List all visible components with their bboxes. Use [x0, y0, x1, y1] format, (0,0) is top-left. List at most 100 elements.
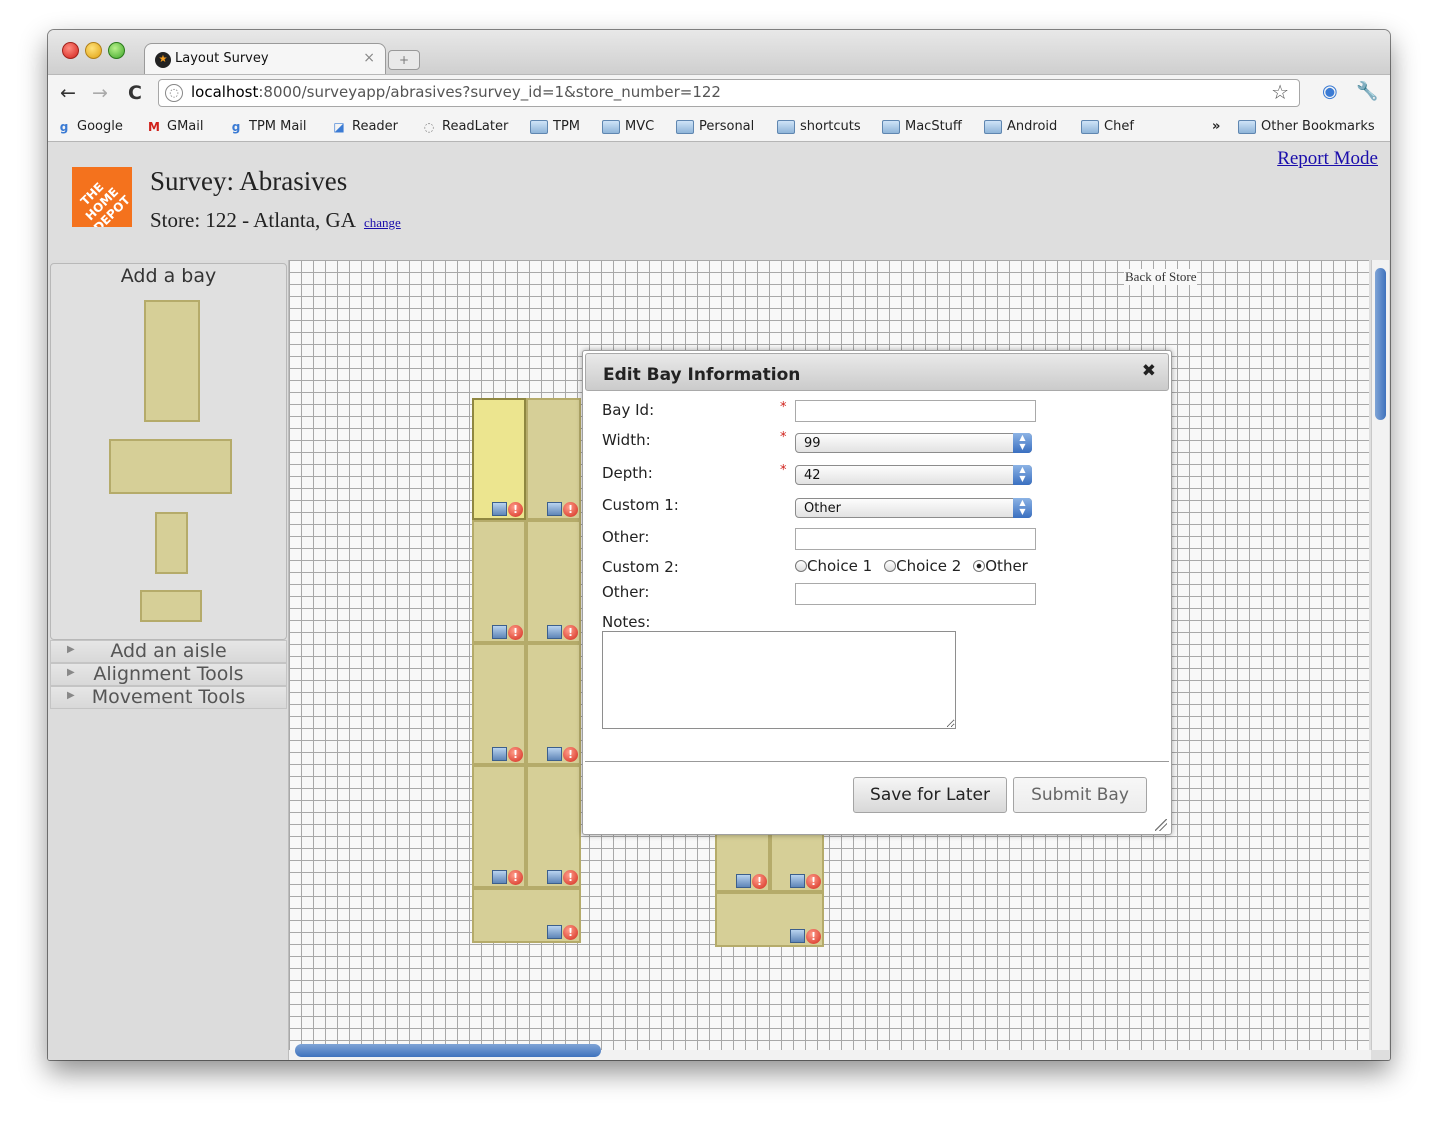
bookmark-readlater[interactable]: ◌ ReadLater	[421, 119, 509, 134]
bookmark-gmail[interactable]: M GMail	[146, 119, 203, 134]
forward-icon[interactable]: →	[92, 82, 108, 104]
browser-toolbar: ← → C ◌ localhost:8000/surveyapp/abrasiv…	[48, 74, 1390, 113]
bookmark-shortcuts[interactable]: shortcuts	[777, 119, 861, 134]
edit-bay-icon[interactable]	[547, 625, 562, 639]
folder-icon	[676, 119, 694, 134]
bay-id-input[interactable]	[795, 400, 1036, 422]
edit-bay-icon[interactable]	[547, 747, 562, 761]
bookmark-personal[interactable]: Personal	[676, 119, 754, 134]
wrench-icon[interactable]: 🔧	[1356, 81, 1378, 102]
other1-input[interactable]	[795, 528, 1036, 550]
bookmark-macstuff[interactable]: MacStuff	[882, 119, 962, 134]
bay[interactable]: !	[472, 765, 526, 888]
bay[interactable]: !	[526, 398, 581, 520]
bay[interactable]: !	[715, 892, 824, 947]
edit-bay-icon[interactable]	[492, 747, 507, 761]
dialog-header[interactable]: Edit Bay Information ✖	[585, 353, 1169, 391]
bay-template-wide[interactable]	[109, 439, 232, 494]
bay-template-small-wide[interactable]	[140, 590, 202, 622]
bookmark-chef[interactable]: Chef	[1081, 119, 1134, 134]
close-icon[interactable]: ✖	[1142, 361, 1156, 381]
required-mark: *	[780, 400, 787, 415]
edit-bay-icon[interactable]	[736, 874, 751, 888]
globe-icon: ◌	[165, 84, 183, 102]
notes-textarea[interactable]	[602, 631, 956, 729]
select-arrows-icon: ▲ ▼	[1013, 433, 1032, 453]
warning-icon: !	[806, 874, 821, 889]
movement-tools-section[interactable]: ▶ Movement Tools	[50, 686, 287, 709]
bookmark-tpm-mail[interactable]: g TPM Mail	[228, 119, 307, 134]
close-window-button[interactable]	[62, 42, 79, 59]
bookmark-android[interactable]: Android	[984, 119, 1057, 134]
required-mark: *	[780, 430, 787, 445]
bookmark-google[interactable]: g Google	[56, 119, 123, 134]
extension-icon[interactable]: ◉	[1322, 81, 1338, 102]
custom1-select[interactable]: Other ▲ ▼	[795, 498, 1032, 518]
edit-bay-icon[interactable]	[492, 870, 507, 884]
bay[interactable]: !	[472, 520, 526, 643]
custom2-label: Custom 2:	[602, 558, 679, 576]
edit-bay-icon[interactable]	[547, 870, 562, 884]
add-aisle-section[interactable]: ▶ Add an aisle	[50, 640, 287, 663]
new-tab-button[interactable]: +	[388, 50, 420, 70]
alignment-tools-section[interactable]: ▶ Alignment Tools	[50, 663, 287, 686]
edit-bay-icon[interactable]	[547, 502, 562, 516]
vertical-scroll-thumb[interactable]	[1375, 268, 1386, 420]
bay[interactable]: !	[526, 765, 581, 888]
browser-tab[interactable]: ★ Layout Survey ×	[144, 43, 386, 75]
bookmark-mvc[interactable]: MVC	[602, 119, 654, 134]
width-select[interactable]: 99 ▲ ▼	[795, 433, 1032, 453]
bookmark-reader[interactable]: ◪ Reader	[331, 119, 398, 134]
other-bookmarks[interactable]: Other Bookmarks	[1238, 119, 1375, 134]
depth-select[interactable]: 42 ▲ ▼	[795, 465, 1032, 485]
vertical-scrollbar[interactable]	[1371, 260, 1389, 1050]
bay[interactable]: !	[526, 643, 581, 765]
bay-template-small-tall[interactable]	[155, 512, 188, 574]
horizontal-scroll-thumb[interactable]	[295, 1044, 601, 1057]
other2-input[interactable]	[795, 583, 1036, 605]
edit-bay-icon[interactable]	[790, 874, 805, 888]
bay[interactable]: !	[472, 398, 526, 520]
add-bay-panel: Add a bay	[50, 263, 287, 640]
edit-bay-icon[interactable]	[790, 929, 805, 943]
warning-icon: !	[563, 502, 578, 517]
bay[interactable]: !	[526, 520, 581, 643]
edit-bay-icon[interactable]	[492, 502, 507, 516]
horizontal-scrollbar[interactable]	[289, 1044, 1371, 1060]
dialog-divider	[585, 761, 1169, 762]
radio-button[interactable]	[795, 560, 807, 572]
tab-close-icon[interactable]: ×	[363, 50, 375, 66]
bay-id-label: Bay Id:	[602, 401, 655, 419]
select-arrows-icon: ▲ ▼	[1013, 465, 1032, 485]
warning-icon: !	[563, 870, 578, 885]
address-bar[interactable]: ◌ localhost:8000/surveyapp/abrasives?sur…	[158, 79, 1300, 107]
bay-template-tall[interactable]	[144, 300, 200, 422]
back-icon[interactable]: ←	[60, 82, 76, 104]
bookmark-tpm[interactable]: TPM	[530, 119, 580, 134]
radio-other[interactable]: Other	[973, 557, 1028, 575]
radio-button[interactable]	[884, 560, 897, 572]
sidebar: Add a bay ▶ Add an aisle ▶ Alignment Too…	[48, 260, 289, 1060]
bay[interactable]: !	[472, 643, 526, 765]
minimize-window-button[interactable]	[85, 42, 102, 59]
warning-icon: !	[563, 625, 578, 640]
folder-icon	[1238, 119, 1256, 134]
radio-button-selected[interactable]	[973, 560, 986, 572]
bookmark-star-icon[interactable]: ☆	[1271, 80, 1289, 104]
radio-choice-1[interactable]: Choice 1	[795, 557, 872, 575]
save-for-later-button[interactable]: Save for Later	[853, 777, 1007, 813]
resize-grip-icon[interactable]	[1155, 819, 1167, 831]
reload-icon[interactable]: C	[128, 82, 142, 104]
required-mark: *	[780, 463, 787, 478]
back-of-store-label: Back of Store	[1124, 269, 1198, 285]
edit-bay-icon[interactable]	[492, 625, 507, 639]
change-store-link[interactable]: change	[364, 215, 401, 230]
bookmarks-overflow-icon[interactable]: »	[1212, 119, 1220, 134]
edit-bay-icon[interactable]	[547, 925, 562, 939]
radio-choice-2[interactable]: Choice 2	[884, 557, 961, 575]
warning-icon: !	[508, 625, 523, 640]
submit-bay-button[interactable]: Submit Bay	[1013, 777, 1147, 813]
report-mode-link[interactable]: Report Mode	[1277, 148, 1378, 170]
zoom-window-button[interactable]	[108, 42, 125, 59]
bay[interactable]: !	[472, 888, 581, 943]
